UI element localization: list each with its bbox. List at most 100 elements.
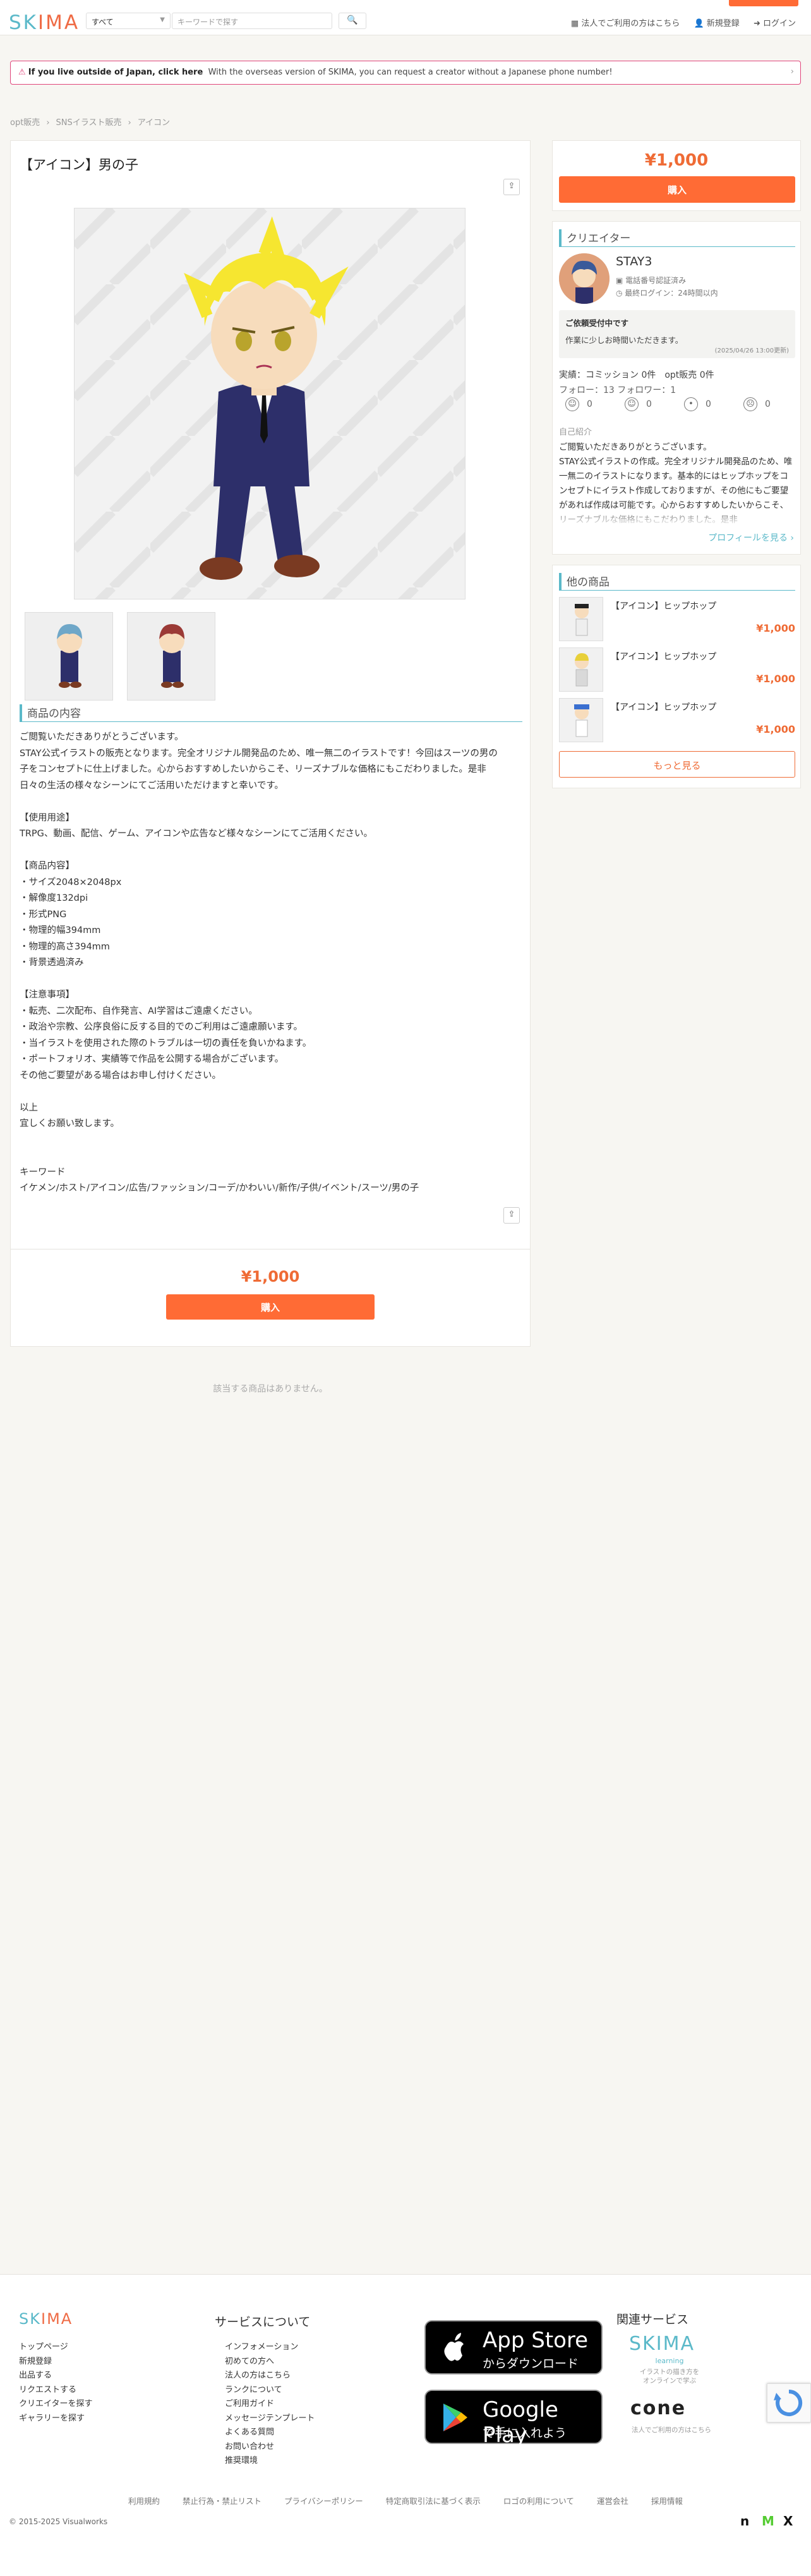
rating-good: ☺ 0	[625, 397, 652, 411]
product-card: 【アイコン】男の子 ⇪ 商品の内容 ご閲覧いただきありがとうございます。 STA…	[10, 140, 531, 1347]
recaptcha-badge[interactable]	[767, 2383, 811, 2423]
learning-desc: オンラインで学ぶ	[643, 2377, 696, 2385]
share-button[interactable]: ⇪	[503, 179, 520, 195]
breadcrumb-item[interactable]: opt販売	[10, 118, 40, 128]
avatar[interactable]	[559, 253, 610, 304]
see-more-button[interactable]: もっと見る	[559, 751, 795, 778]
footer-link[interactable]: ギャラリーを探す	[19, 2412, 92, 2426]
footer-bottom-link[interactable]: プライバシーポリシー	[284, 2496, 363, 2506]
breadcrumb-item[interactable]: SNSイラスト販売	[56, 118, 122, 128]
login-link-label: ログイン	[762, 19, 796, 28]
footer-bottom-link[interactable]: 運営会社	[597, 2496, 628, 2506]
register-link[interactable]: 👤 新規登録	[694, 19, 739, 28]
other-products-card: 他の商品 【アイコン】ヒップホップ ¥1,000 【アイコン】ヒップホップ ¥1…	[552, 565, 801, 788]
footer-link[interactable]: 初めての方へ	[225, 2355, 315, 2369]
footer-logo-right: IMA	[40, 2310, 73, 2328]
list-item[interactable]: 【アイコン】ヒップホップ ¥1,000	[559, 597, 795, 642]
note-icon[interactable]: n	[740, 2513, 749, 2529]
footer-bottom-link[interactable]: 禁止行為・禁止リスト	[183, 2496, 261, 2506]
status-date: (2025/04/26 13:00更新)	[714, 347, 789, 354]
list-item-price: ¥1,000	[756, 622, 795, 634]
buy-button[interactable]: 購入	[166, 1294, 375, 1320]
chevron-right-icon: ›	[46, 118, 50, 128]
product-thumbnail	[559, 698, 603, 742]
status-text: 作業に少しお時間いただきます。	[565, 335, 683, 345]
share-icon: ⇪	[508, 181, 515, 191]
footer-logo-left: SK	[19, 2310, 41, 2328]
google-play-icon	[443, 2404, 467, 2431]
creator-name[interactable]: STAY3	[616, 255, 652, 268]
list-item-title: 【アイコン】ヒップホップ	[611, 652, 717, 662]
thumbnail-red-hair	[128, 613, 215, 700]
footer-link[interactable]: インフォメーション	[225, 2340, 315, 2355]
app-store-sub: からダウンロード	[483, 2357, 579, 2371]
share-button[interactable]: ⇪	[503, 1207, 520, 1224]
footer-bottom-link[interactable]: ロゴの利用について	[503, 2496, 574, 2506]
footer-logo[interactable]: SKIMA	[19, 2310, 73, 2328]
chevron-right-icon: ›	[128, 118, 131, 128]
hiphop-thumbnail	[575, 653, 589, 687]
google-play-badge[interactable]: Google Play で手に入れよう	[424, 2390, 603, 2448]
footer-link[interactable]: ランクについて	[225, 2383, 315, 2398]
learning-desc: イラストの描き方を	[639, 2368, 700, 2376]
rating-count: 0	[706, 399, 711, 409]
footer-bottom-link[interactable]: 利用規約	[128, 2496, 160, 2506]
rating-row: ☺ 0 ☺ 0 • 0 ☹ 0	[565, 397, 793, 416]
user-plus-icon: 👤	[694, 19, 707, 28]
register-link-label: 新規登録	[706, 19, 740, 28]
footer-link[interactable]: 法人の方はこちら	[225, 2369, 315, 2383]
skima-logo[interactable]: SKIMA	[9, 11, 80, 34]
recaptcha-icon	[774, 2389, 803, 2416]
creator-card: クリエイター STAY3 ▣ 電話番号認証済み ◷ 最終ログイン：24時間以内 …	[552, 221, 801, 555]
list-item[interactable]: 【アイコン】ヒップホップ ¥1,000	[559, 698, 795, 743]
footer-link[interactable]: 推奨環境	[225, 2454, 315, 2469]
product-main-image[interactable]	[74, 208, 466, 599]
site-footer: SKIMA トップページ 新規登録 出品する リクエストする クリエイターを探す…	[0, 2274, 811, 2576]
footer-link[interactable]: 新規登録	[19, 2355, 92, 2369]
no-products-message: 該当する商品はありません。	[213, 1384, 328, 1394]
skima-learning-logo[interactable]: SKIMA	[629, 2333, 695, 2355]
cone-logo[interactable]: cone	[630, 2397, 686, 2419]
product-thumbnail[interactable]	[127, 612, 215, 701]
footer-bottom-link[interactable]: 採用情報	[651, 2496, 683, 2506]
footer-link[interactable]: メッセージテンプレート	[225, 2412, 315, 2426]
footer-bottom-link[interactable]: 特定商取引法に基づく表示	[386, 2496, 481, 2506]
follow-counts: フォロー：13 フォロワー：1	[559, 385, 676, 395]
services-list: インフォメーション 初めての方へ 法人の方はこちら ランクについて ご利用ガイド…	[225, 2340, 315, 2469]
footer-link[interactable]: ご利用ガイド	[225, 2397, 315, 2412]
hiphop-thumbnail	[574, 704, 589, 737]
view-profile-link[interactable]: プロフィールを見る ›	[708, 531, 794, 544]
footer-link[interactable]: トップページ	[19, 2340, 92, 2355]
last-login-label: 最終ログイン：24時間以内	[625, 289, 718, 298]
app-store-badge[interactable]: App Store からダウンロード	[424, 2320, 603, 2374]
login-link[interactable]: ➜ ログイン	[754, 19, 796, 28]
clock-icon: ◷	[616, 289, 625, 298]
search-button[interactable]: 🔍	[339, 13, 366, 29]
neutral-face-icon: •	[684, 397, 698, 411]
product-thumbnail[interactable]	[25, 612, 113, 701]
breadcrumb-item[interactable]: アイコン	[138, 118, 170, 128]
apple-icon	[444, 2333, 464, 2361]
category-select[interactable]: すべて ▼	[86, 13, 171, 29]
footer-bottom-links: 利用規約 禁止行為・禁止リスト プライバシーポリシー 特定商取引法に基づく表示 …	[0, 2495, 811, 2507]
x-icon[interactable]: X	[783, 2513, 793, 2529]
sidebar-buy-button[interactable]: 購入	[559, 176, 795, 203]
search-input[interactable]: キーワードで探す	[172, 13, 332, 29]
cone-desc: 法人でご利用の方はこちら	[632, 2426, 711, 2434]
login-icon: ➜	[753, 19, 763, 28]
footer-link[interactable]: お問い合わせ	[225, 2440, 315, 2455]
product-thumbnail	[559, 647, 603, 692]
footer-link[interactable]: クリエイターを探す	[19, 2397, 92, 2412]
footer-link[interactable]: リクエストする	[19, 2383, 92, 2398]
m-icon[interactable]: M	[762, 2513, 774, 2529]
logo-right: IMA	[38, 11, 80, 34]
corporate-link[interactable]: ▦ 法人でご利用の方はこちら	[571, 19, 680, 28]
list-item[interactable]: 【アイコン】ヒップホップ ¥1,000	[559, 647, 795, 693]
footer-link[interactable]: よくある質問	[225, 2426, 315, 2440]
top-orange-button[interactable]	[729, 0, 798, 6]
top-nav-strip	[0, 0, 811, 8]
footer-link[interactable]: 出品する	[19, 2369, 92, 2383]
search-icon: 🔍	[347, 15, 358, 25]
last-login: ◷ 最終ログイン：24時間以内	[616, 287, 718, 298]
overseas-notice[interactable]: ⚠ If you live outside of Japan, click he…	[10, 61, 801, 85]
